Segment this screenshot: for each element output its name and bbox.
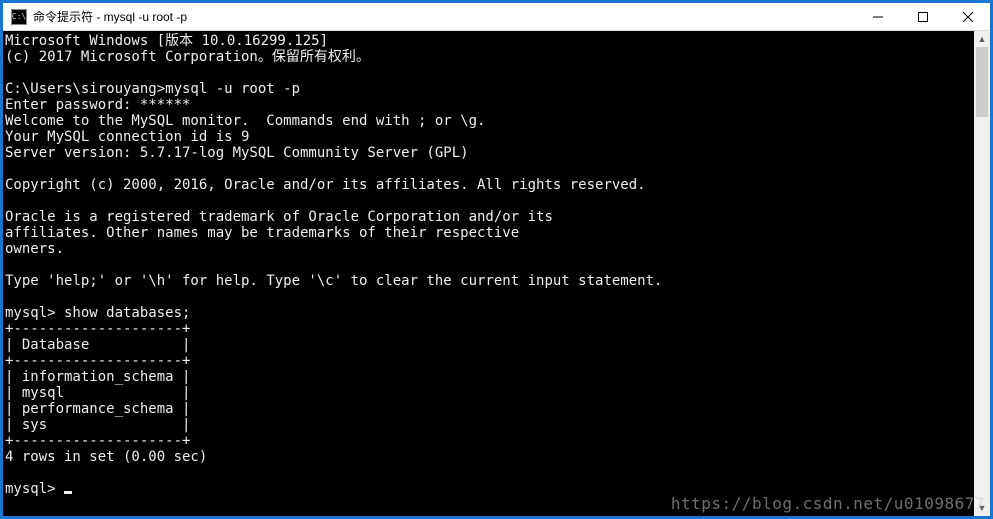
scroll-up-arrow[interactable]: ▲ (974, 31, 990, 47)
close-button[interactable] (945, 3, 990, 31)
maximize-button[interactable] (900, 3, 945, 31)
cmd-icon: C:\ (11, 9, 27, 25)
minimize-button[interactable] (855, 3, 900, 31)
terminal-area: Microsoft Windows [版本 10.0.16299.125] (c… (3, 31, 990, 516)
cursor (64, 491, 72, 494)
window-title: 命令提示符 - mysql -u root -p (33, 8, 187, 25)
titlebar[interactable]: C:\ 命令提示符 - mysql -u root -p (3, 3, 990, 31)
scrollbar[interactable]: ▲ ▼ (974, 31, 990, 516)
scroll-thumb[interactable] (976, 47, 988, 117)
terminal-output[interactable]: Microsoft Windows [版本 10.0.16299.125] (c… (3, 31, 974, 516)
scroll-down-arrow[interactable]: ▼ (974, 500, 990, 516)
window-frame: C:\ 命令提示符 - mysql -u root -p Microsoft W… (3, 3, 990, 516)
